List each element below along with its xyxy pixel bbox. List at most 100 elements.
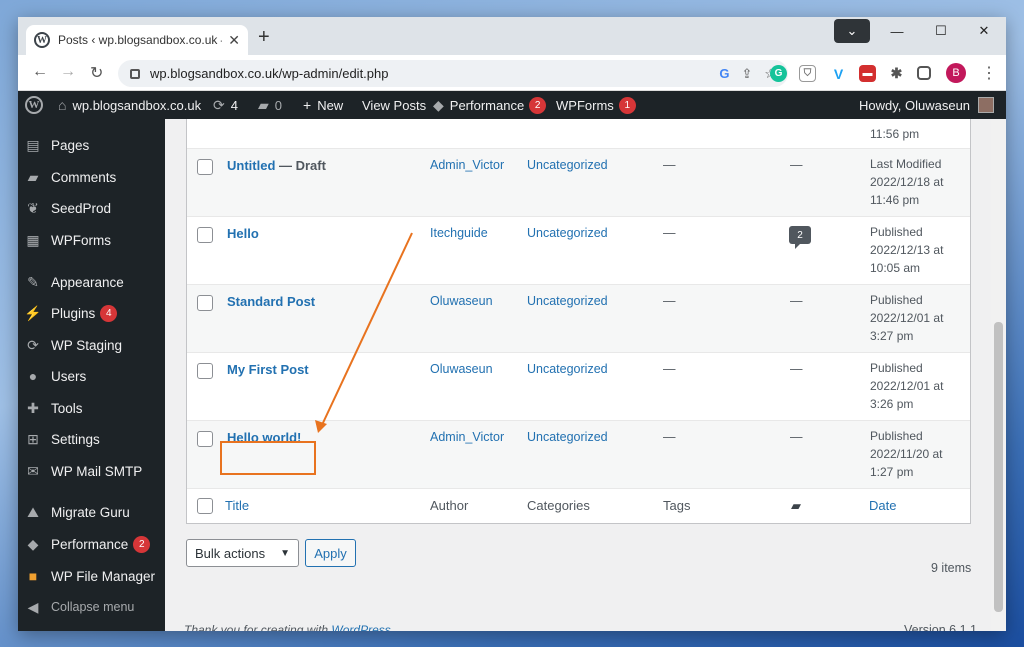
wpforms-label: WPForms — [556, 97, 614, 113]
sidebar-item-label: Comments — [51, 169, 117, 185]
sidebar-item-plugins[interactable]: ⚡ Plugins 4 — [18, 299, 165, 327]
wordpress-link[interactable]: WordPress — [331, 623, 390, 631]
performance-link[interactable]: ◆ Performance 2 — [433, 91, 547, 119]
sort-title-link[interactable]: Title — [225, 498, 249, 513]
admin-sidebar: ▤ Pages ▰ Comments ❦ SeedProd ▦ WPForms ✎ App… — [18, 119, 165, 631]
staging-icon: ⟳ — [27, 336, 39, 353]
new-content-link[interactable]: + New — [303, 91, 343, 119]
extensions-puzzle-icon[interactable]: ✱ — [888, 65, 905, 82]
red-extension-icon[interactable]: ▬ — [859, 65, 876, 82]
row-checkbox[interactable] — [197, 159, 213, 175]
time-value: 3:27 pm — [870, 329, 914, 343]
updates-link[interactable]: ⟳ 4 — [213, 91, 238, 119]
date-status: Published — [870, 361, 923, 375]
sidebar-item-wp-mail-smtp[interactable]: ✉ WP Mail SMTP — [18, 457, 165, 485]
menu-kebab-icon[interactable]: ⋮ — [981, 63, 997, 83]
comments-value: — — [790, 158, 803, 172]
view-posts-label: View Posts — [362, 97, 427, 113]
comments-value: — — [790, 294, 803, 308]
row-checkbox[interactable] — [197, 431, 213, 447]
sidebar-item-performance[interactable]: ◆ Performance 2 — [18, 530, 165, 558]
site-name-link[interactable]: ⌂ wp.blogsandbox.co.uk — [58, 91, 201, 119]
post-title-link[interactable]: My First Post — [227, 362, 309, 377]
address-bar[interactable]: wp.blogsandbox.co.uk/wp-admin/edit.php G… — [118, 60, 788, 87]
select-all-checkbox[interactable] — [197, 498, 213, 514]
date-value: 2022/12/18 at — [870, 175, 944, 189]
row-checkbox[interactable] — [197, 363, 213, 379]
row-checkbox[interactable] — [197, 227, 213, 243]
author-link[interactable]: Admin_Victor — [430, 158, 504, 172]
forward-icon[interactable]: → — [60, 63, 76, 81]
sidebar-item-seedprod[interactable]: ❦ SeedProd — [18, 194, 165, 222]
row-checkbox[interactable] — [197, 295, 213, 311]
annotation-highlight-box — [220, 441, 316, 475]
shield-extension-icon[interactable]: ⛉ — [799, 65, 816, 82]
users-icon: ● — [28, 368, 38, 384]
apply-button[interactable]: Apply — [305, 539, 356, 567]
comments-header-icon[interactable]: ▰ — [791, 498, 801, 514]
sidebar-item-wp-file-manager[interactable]: ■ WP File Manager — [18, 562, 165, 590]
sidebar-item-wp-staging[interactable]: ⟳ WP Staging — [18, 331, 165, 359]
category-link[interactable]: Uncategorized — [527, 430, 608, 444]
performance-icon: ◆ — [27, 535, 39, 552]
author-link[interactable]: Oluwaseun — [430, 362, 493, 376]
date-status: Published — [870, 293, 923, 307]
scrollbar-thumb[interactable] — [994, 322, 1003, 612]
browser-tab[interactable]: W Posts ‹ wp.blogsandbox.co.uk — ✕ — [26, 25, 248, 55]
performance-label: Performance — [449, 97, 525, 113]
minimize-button[interactable]: — — [875, 17, 919, 45]
sidebar-item-tools[interactable]: ✚ Tools — [18, 394, 165, 422]
maximize-button[interactable]: ☐ — [919, 17, 963, 45]
tags-value: — — [663, 158, 676, 172]
close-tab-icon[interactable]: ✕ — [228, 32, 240, 49]
sidebar-item-migrate-guru[interactable]: ⛰ Migrate Guru — [18, 498, 165, 526]
author-link[interactable]: Oluwaseun — [430, 294, 493, 308]
category-link[interactable]: Uncategorized — [527, 158, 608, 172]
tab-search-button[interactable]: ⌄ — [834, 19, 870, 43]
category-link[interactable]: Uncategorized — [527, 226, 608, 240]
back-icon[interactable]: ← — [32, 63, 48, 81]
post-title-link[interactable]: Standard Post — [227, 294, 315, 309]
sidebar-item-comments[interactable]: ▰ Comments — [18, 163, 165, 191]
sidebar-item-label: Performance — [51, 536, 129, 552]
bulk-actions-select[interactable]: Bulk actions ▼ — [186, 539, 299, 567]
category-link[interactable]: Uncategorized — [527, 362, 608, 376]
time-value: 10:05 am — [870, 261, 921, 275]
comment-count-bubble[interactable]: 2 — [789, 226, 811, 249]
author-link[interactable]: Itechguide — [430, 226, 488, 240]
sort-date-link[interactable]: Date — [869, 498, 896, 513]
sidebar-item-label: Settings — [51, 431, 100, 447]
grammarly-extension-icon[interactable]: G — [770, 65, 787, 82]
sidebar-item-settings[interactable]: ⊞ Settings — [18, 425, 165, 453]
post-title-link[interactable]: Untitled — Draft — [227, 158, 326, 173]
v-extension-icon[interactable]: V — [830, 65, 847, 82]
comments-link[interactable]: ▰ 0 — [258, 91, 282, 119]
profile-avatar[interactable]: B — [946, 63, 966, 83]
author-link[interactable]: Admin_Victor — [430, 430, 504, 444]
tags-value: — — [663, 430, 676, 444]
main-content: 11:56 pm Untitled — Draft Admin_Victor U… — [165, 119, 991, 631]
page-scrollbar[interactable] — [991, 119, 1006, 631]
wpforms-link[interactable]: WPForms 1 — [556, 91, 636, 119]
post-state: — Draft — [275, 158, 326, 173]
user-account-link[interactable]: Howdy, Oluwaseun — [859, 91, 995, 119]
wordpress-logo-icon[interactable]: W — [25, 96, 43, 114]
reload-icon[interactable]: ↻ — [90, 63, 103, 83]
sidebar-item-users[interactable]: ● Users — [18, 362, 165, 390]
sidebar-item-wpforms[interactable]: ▦ WPForms — [18, 226, 165, 254]
sidebar-item-appearance[interactable]: ✎ Appearance — [18, 268, 165, 296]
close-window-button[interactable]: ✕ — [962, 17, 1006, 45]
comments-value: — — [790, 430, 803, 444]
sidebar-item-label: WP Staging — [51, 337, 123, 353]
plugins-icon: ⚡ — [24, 304, 42, 321]
share-icon[interactable]: ⇪ — [741, 66, 752, 82]
new-tab-button[interactable]: + — [258, 26, 270, 49]
google-icon[interactable]: G — [719, 66, 729, 81]
sidepanel-icon[interactable] — [917, 66, 931, 80]
view-posts-link[interactable]: View Posts — [362, 91, 426, 119]
category-link[interactable]: Uncategorized — [527, 294, 608, 308]
collapse-menu-button[interactable]: ◀ Collapse menu — [18, 593, 165, 621]
table-footer-row: Title Author Categories Tags ▰ Date — [187, 489, 970, 523]
post-title-link[interactable]: Hello — [227, 226, 259, 241]
sidebar-item-pages[interactable]: ▤ Pages — [18, 131, 165, 159]
